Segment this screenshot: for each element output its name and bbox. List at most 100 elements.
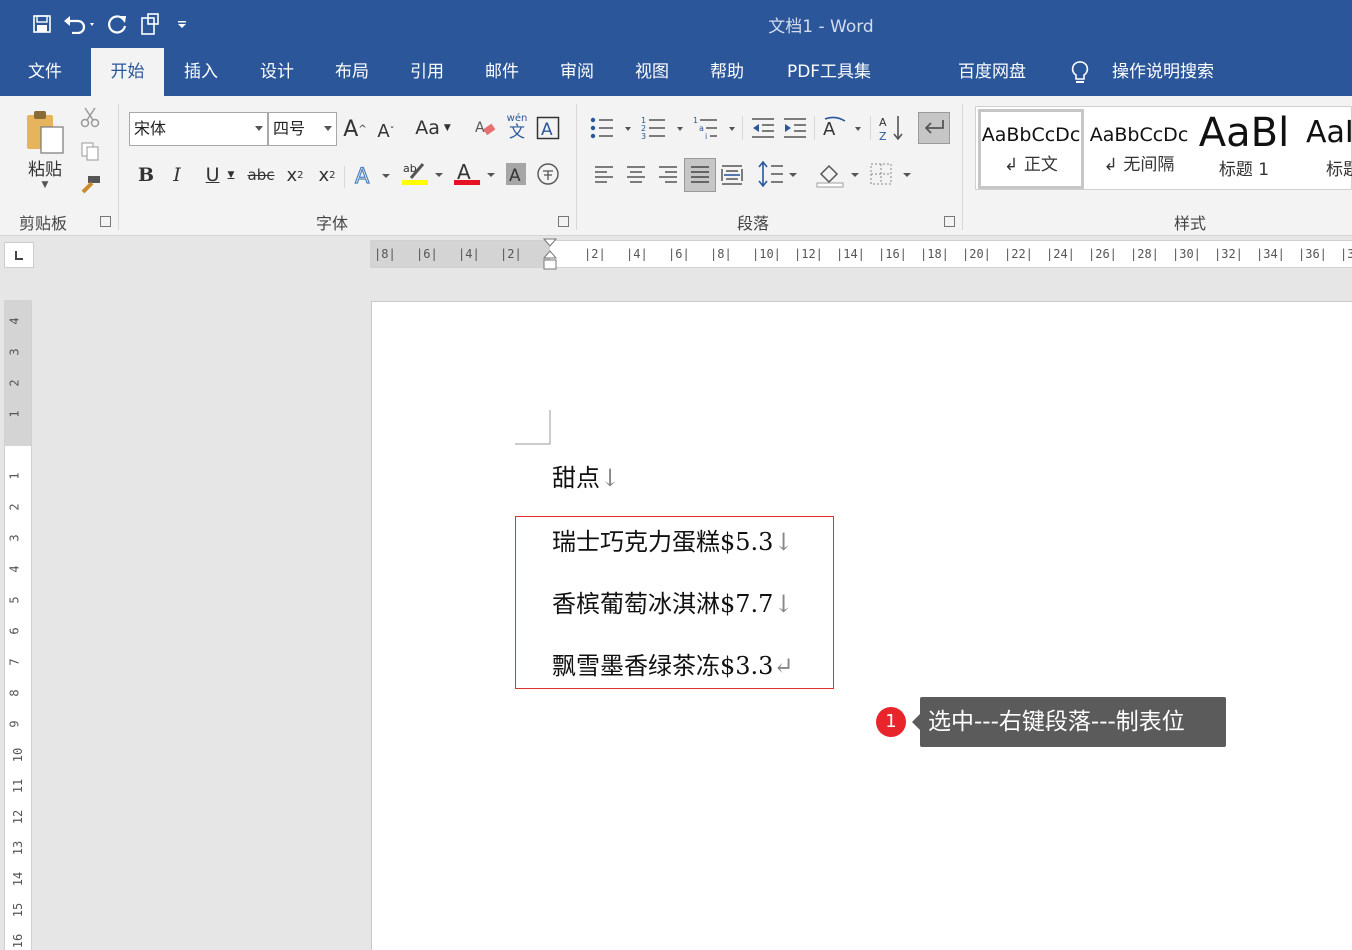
tab-pdf-tools[interactable]: PDF工具集 — [770, 48, 888, 96]
svg-text:A: A — [879, 116, 887, 129]
align-center-icon[interactable] — [622, 160, 650, 190]
font-name-combo[interactable]: 宋体 — [129, 112, 268, 146]
styles-gallery: AaBbCcDc ↲ 正文 AaBbCcDc ↲ 无间隔 AaBl 标题 1 A… — [975, 106, 1352, 190]
lightbulb-icon — [1070, 60, 1090, 90]
line-spacing-icon[interactable] — [756, 158, 802, 190]
tab-help[interactable]: 帮助 — [691, 48, 763, 96]
svg-text:3: 3 — [641, 132, 646, 141]
ruler-tick-label: 12 — [11, 809, 26, 825]
font-launcher-icon[interactable] — [558, 216, 569, 227]
svg-text:Z: Z — [879, 130, 887, 142]
ruler-tick-label: 2 — [7, 379, 22, 387]
paragraph-launcher-icon[interactable] — [944, 216, 955, 227]
change-case-button[interactable]: Aa ▼ — [410, 112, 456, 144]
underline-button[interactable]: U ▼ — [197, 160, 243, 190]
tab-baidu-netdisk[interactable]: 百度网盘 — [945, 48, 1039, 96]
svg-text:A: A — [509, 166, 521, 186]
ruler-tick-label: |10| — [752, 247, 781, 261]
tab-file[interactable]: 文件 — [0, 48, 90, 96]
ruler-tick-label: |6| — [668, 247, 690, 261]
ruler-tick-label: 13 — [11, 840, 26, 856]
increase-indent-icon[interactable] — [781, 114, 809, 142]
style-name: ↲ 正文 — [1004, 155, 1058, 175]
style-heading[interactable]: AaI 标题 — [1300, 109, 1352, 189]
borders-icon[interactable] — [866, 158, 914, 190]
style-sample: AaBl — [1198, 110, 1290, 156]
ruler-tick-label: 11 — [11, 778, 26, 794]
ruler-tick-label: 1 — [7, 472, 22, 480]
heading-text: 甜点 — [552, 464, 600, 492]
horizontal-ruler[interactable]: |8| |6| |4| |2| |2| |4| |6| |8| |10| |12| |14| |16|… — [370, 238, 1352, 270]
sort-icon[interactable]: AZ — [877, 112, 907, 144]
tab-review[interactable]: 审阅 — [541, 48, 613, 96]
clipboard-launcher-icon[interactable] — [100, 216, 111, 227]
style-no-spacing[interactable]: AaBbCcDc ↲ 无间隔 — [1086, 109, 1192, 189]
tab-home[interactable]: 开始 — [91, 48, 164, 96]
style-normal[interactable]: AaBbCcDc ↲ 正文 — [978, 109, 1084, 189]
asian-layout-icon[interactable]: A — [820, 112, 866, 144]
ruler-tick-label: |16| — [878, 247, 907, 261]
style-sample: AaI — [1306, 115, 1352, 150]
copy-icon[interactable] — [76, 138, 104, 164]
paste-button[interactable]: 粘贴 ▼ — [20, 104, 70, 194]
ruler-tick-label: |12| — [794, 247, 823, 261]
tab-mailings[interactable]: 邮件 — [466, 48, 538, 96]
doc-heading[interactable]: 甜点↓ — [552, 458, 620, 493]
superscript-button[interactable]: x2 — [314, 160, 340, 190]
phonetic-guide-button[interactable]: wén 文 — [502, 110, 532, 144]
ruler-tick-label: 4 — [7, 317, 22, 325]
font-color-icon[interactable]: A — [452, 158, 498, 190]
justify-icon[interactable] — [684, 158, 716, 192]
ruler-tick-label: 9 — [7, 720, 22, 728]
tab-insert[interactable]: 插入 — [166, 48, 236, 96]
strikethrough-button[interactable]: abc — [247, 160, 275, 190]
align-left-icon[interactable] — [590, 160, 618, 190]
indent-marker-icon[interactable] — [542, 238, 558, 274]
character-border-icon[interactable]: A — [534, 114, 562, 142]
font-group-label: 字体 — [316, 214, 349, 233]
ruler-tick-label: 4 — [7, 565, 22, 573]
italic-button[interactable]: I — [166, 160, 188, 190]
enclose-characters-icon[interactable] — [535, 160, 561, 188]
tab-selector[interactable] — [4, 242, 34, 268]
ruler-tick-label: 3 — [7, 348, 22, 356]
format-painter-icon[interactable] — [76, 172, 104, 198]
divider — [742, 116, 743, 140]
font-size-value: 四号 — [273, 119, 306, 138]
bullets-icon[interactable] — [588, 112, 634, 144]
numbering-icon[interactable]: 123 — [640, 112, 686, 144]
font-size-combo[interactable]: 四号 — [268, 112, 337, 146]
tab-view[interactable]: 视图 — [616, 48, 688, 96]
style-name: 标题 — [1326, 160, 1352, 180]
change-case-label: Aa — [415, 117, 440, 139]
highlight-color-icon[interactable]: ab — [400, 158, 446, 190]
ruler-tick-label: |14| — [836, 247, 865, 261]
divider — [870, 116, 871, 140]
clear-formatting-icon[interactable]: A — [470, 112, 500, 144]
tab-design[interactable]: 设计 — [241, 48, 313, 96]
decrease-indent-icon[interactable] — [749, 114, 777, 142]
style-heading-1[interactable]: AaBl 标题 1 — [1194, 109, 1294, 189]
multilevel-list-icon[interactable]: 1ai — [692, 112, 738, 144]
shrink-font-button[interactable]: Aˇ — [372, 116, 400, 146]
show-hide-marks-icon[interactable] — [918, 112, 950, 144]
bold-button[interactable]: B — [134, 160, 158, 190]
ruler-tick-label: |4| — [626, 247, 648, 261]
tell-me-search[interactable]: 操作说明搜索 — [1100, 48, 1226, 96]
cut-icon[interactable] — [76, 104, 104, 130]
tab-layout[interactable]: 布局 — [316, 48, 388, 96]
vertical-ruler[interactable]: 4 3 2 1 1 2 3 4 5 6 7 8 9 10 11 12 13 14 15 16 — [4, 300, 32, 950]
character-shading-icon[interactable]: A — [504, 160, 528, 188]
tab-references[interactable]: 引用 — [391, 48, 463, 96]
text-effects-icon[interactable]: A — [352, 160, 394, 190]
ruler-tick-label: 3 — [7, 534, 22, 542]
align-right-icon[interactable] — [654, 160, 682, 190]
shading-icon[interactable] — [814, 158, 862, 190]
distributed-icon[interactable] — [718, 160, 746, 190]
chevron-down-icon: ▼ — [227, 170, 235, 180]
line-break-mark: ↓ — [600, 464, 621, 492]
grow-font-button[interactable]: A ^ — [341, 114, 369, 144]
ruler-tick-label: 5 — [7, 596, 22, 604]
subscript-button[interactable]: x2 — [282, 160, 308, 190]
svg-text:A: A — [823, 119, 836, 140]
